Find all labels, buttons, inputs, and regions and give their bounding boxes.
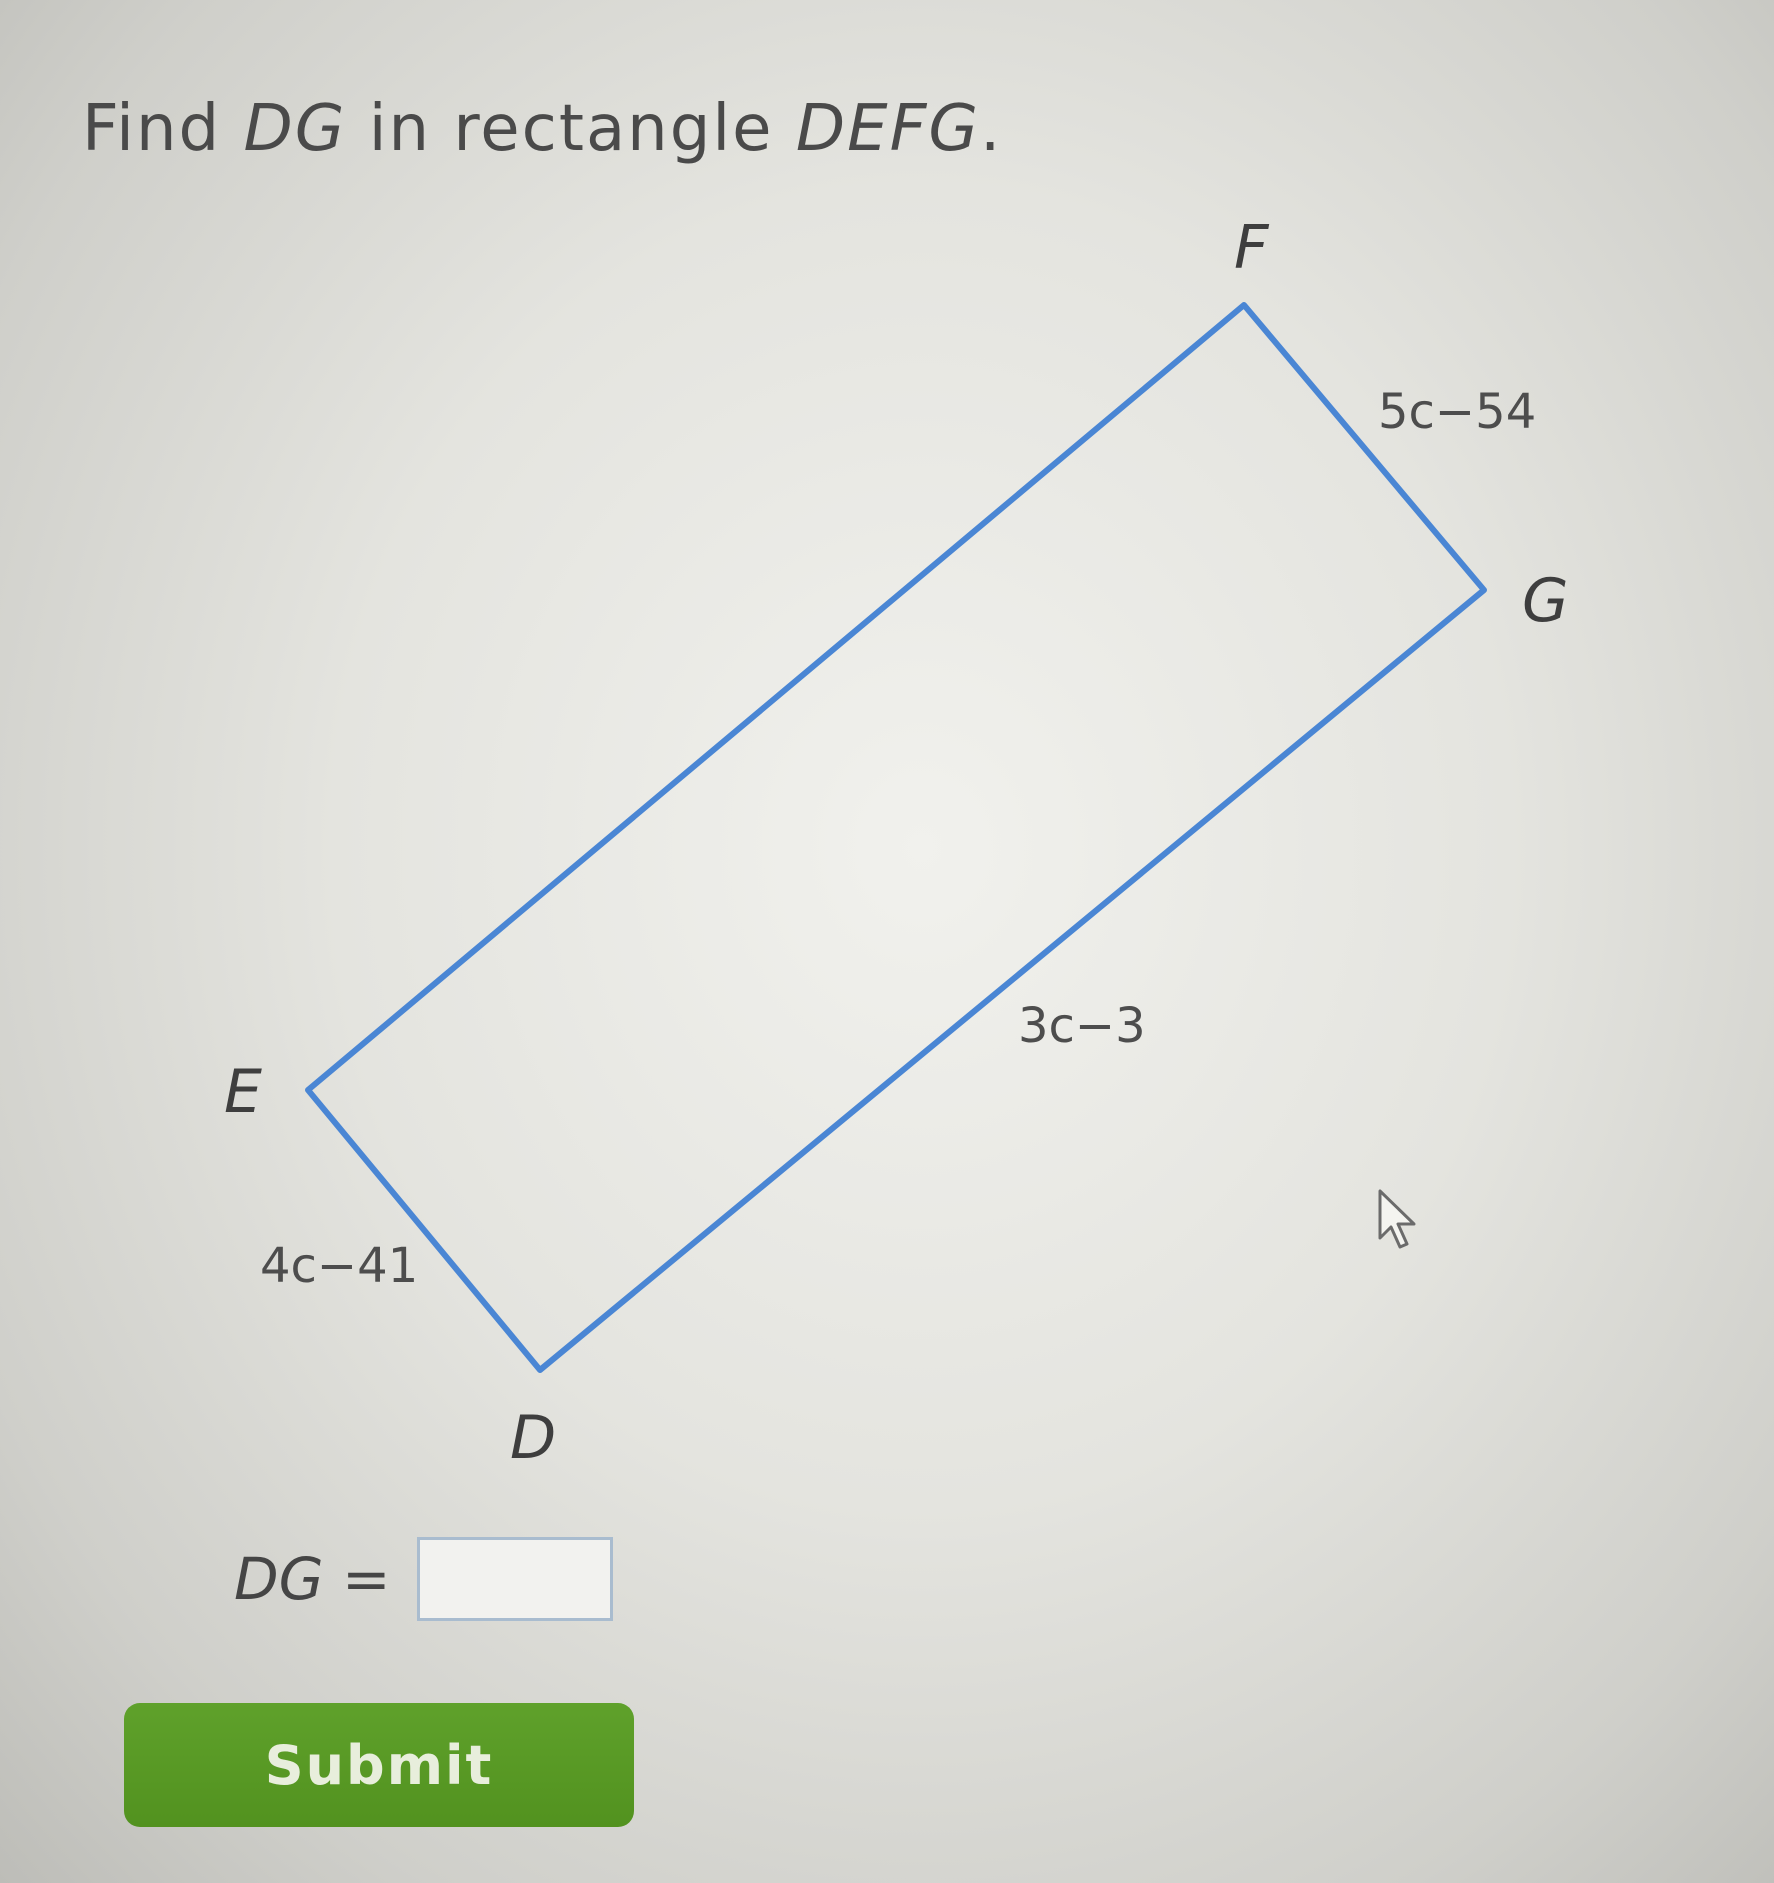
- answer-input[interactable]: [416, 1537, 613, 1621]
- problem-page: Find DG in rectangle DEFG. F G E D 5c−54…: [0, 0, 1774, 1883]
- answer-row: DG =: [234, 1534, 613, 1624]
- vertex-label-d: D: [510, 1403, 556, 1473]
- side-label-fg: 5c−54: [1378, 384, 1536, 440]
- side-label-dg: 3c−3: [1018, 998, 1146, 1054]
- submit-button[interactable]: Submit: [124, 1703, 634, 1827]
- vertex-label-f: F: [1234, 213, 1270, 283]
- vertex-label-e: E: [224, 1057, 262, 1127]
- arrow-cursor-icon: [1378, 1189, 1416, 1249]
- side-label-ed: 4c−41: [260, 1238, 418, 1294]
- vertex-label-g: G: [1522, 566, 1569, 636]
- rectangle-defg: [305, 302, 1487, 1373]
- answer-label: DG =: [234, 1545, 391, 1613]
